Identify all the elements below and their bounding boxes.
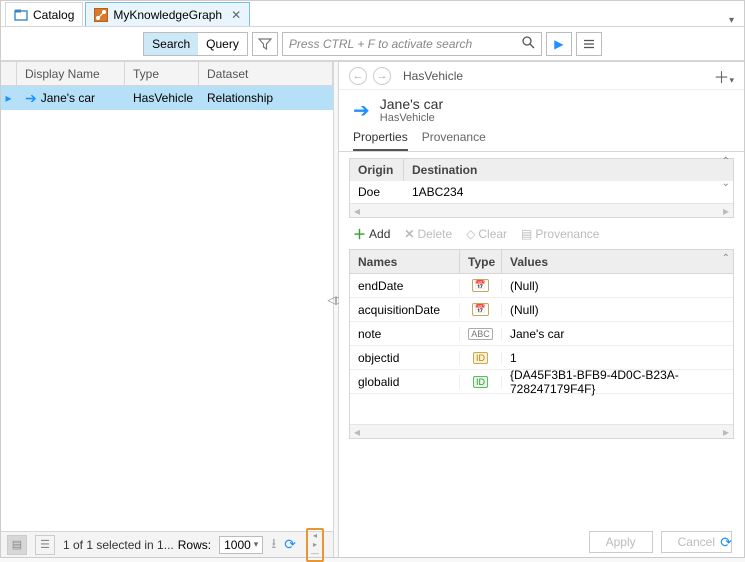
- download-icon[interactable]: ⭳: [271, 533, 276, 557]
- table-row[interactable]: ▸ ➔ Jane's car HasVehicle Relationship: [1, 86, 333, 110]
- horizontal-scrollbar[interactable]: ◂▸: [350, 203, 733, 217]
- relationship-arrow-icon: ➔: [25, 90, 37, 107]
- type-badge: 📅: [460, 303, 502, 316]
- menu-icon[interactable]: [576, 32, 602, 56]
- properties-table: Names Type Values endDate 📅 (Null)acquis…: [349, 249, 734, 439]
- scroll-up-icon[interactable]: ⌃: [722, 156, 730, 167]
- prop-name: note: [350, 327, 460, 341]
- apply-button: Apply: [589, 531, 653, 553]
- col-type[interactable]: Type: [125, 62, 199, 85]
- row-selector-header[interactable]: [1, 62, 17, 85]
- scroll-up-icon[interactable]: ⌃: [722, 253, 730, 264]
- vertical-nav-buttons[interactable]: ◂ ▸ —: [306, 528, 324, 562]
- col-type[interactable]: Type: [460, 250, 502, 273]
- tab-provenance[interactable]: Provenance: [422, 130, 486, 151]
- prop-value: Jane's car: [502, 327, 733, 341]
- tab-label: MyKnowledgeGraph: [113, 8, 222, 22]
- type-badge: ABC: [460, 328, 502, 340]
- add-button[interactable]: ＋Add: [353, 224, 390, 243]
- nav-prev-icon[interactable]: ◂: [313, 531, 317, 540]
- search-icon[interactable]: [522, 36, 535, 52]
- prop-value: 1: [502, 351, 733, 365]
- property-row[interactable]: objectid ID 1: [350, 346, 733, 370]
- cell-type: HasVehicle: [125, 91, 199, 105]
- tab-mygraph[interactable]: MyKnowledgeGraph ✕: [85, 2, 250, 26]
- prop-name: acquisitionDate: [350, 303, 460, 317]
- view-mode-list-icon[interactable]: ☰: [35, 535, 55, 555]
- type-badge: ID: [460, 376, 502, 388]
- view-mode-grid-icon[interactable]: ▤: [7, 535, 27, 555]
- relationship-arrow-icon: ➔: [353, 98, 370, 123]
- col-destination[interactable]: Destination: [404, 159, 733, 181]
- cell-dataset: Relationship: [199, 91, 333, 105]
- refresh-icon[interactable]: ⟳: [284, 536, 296, 553]
- prop-name: endDate: [350, 279, 460, 293]
- nav-forward-icon[interactable]: →: [373, 67, 391, 85]
- col-names[interactable]: Names: [350, 250, 460, 273]
- property-row[interactable]: globalid ID {DA45F3B1-BFB9-4D0C-B23A-728…: [350, 370, 733, 394]
- tabbar-menu-icon[interactable]: ▾: [719, 15, 744, 26]
- col-dataset[interactable]: Dataset: [199, 62, 333, 85]
- detail-subtitle: HasVehicle: [380, 112, 443, 124]
- rows-select[interactable]: 1000▾: [219, 536, 263, 554]
- selection-status: 1 of 1 selected in 1...: [63, 538, 174, 552]
- type-badge: 📅: [460, 279, 502, 292]
- close-icon[interactable]: ✕: [231, 8, 241, 22]
- breadcrumb: HasVehicle: [403, 69, 463, 83]
- graph-icon: [94, 8, 108, 22]
- run-button[interactable]: ▶: [546, 32, 572, 56]
- origin-destination-table: Origin Destination Doe 1ABC234 ◂▸: [349, 158, 734, 218]
- nav-collapse-icon[interactable]: —: [311, 549, 319, 558]
- prop-name: objectid: [350, 351, 460, 365]
- type-badge: ID: [460, 352, 502, 364]
- prop-value: (Null): [502, 303, 733, 317]
- rows-label: Rows:: [178, 538, 211, 552]
- scroll-down-icon[interactable]: ⌄: [722, 178, 730, 189]
- cell-name: Jane's car: [41, 91, 95, 105]
- add-icon[interactable]: ＋▾: [713, 64, 734, 88]
- prop-value: {DA45F3B1-BFB9-4D0C-B23A-728247179F4F}: [502, 368, 733, 396]
- horizontal-scrollbar[interactable]: ◂▸: [350, 424, 733, 438]
- query-mode-button[interactable]: Query: [198, 33, 247, 55]
- refresh-icon[interactable]: ⟳: [720, 534, 732, 551]
- table-row[interactable]: Doe 1ABC234: [350, 181, 733, 203]
- col-display-name[interactable]: Display Name: [17, 62, 125, 85]
- property-row[interactable]: endDate 📅 (Null): [350, 274, 733, 298]
- tab-label: Catalog: [33, 8, 74, 22]
- prop-name: globalid: [350, 375, 460, 389]
- col-values[interactable]: Values: [502, 250, 733, 273]
- clear-button: ◇Clear: [466, 227, 507, 241]
- prop-value: (Null): [502, 279, 733, 293]
- delete-button: ✕Delete: [404, 227, 452, 241]
- detail-title: Jane's car: [380, 96, 443, 112]
- filter-icon[interactable]: [252, 32, 278, 56]
- tab-catalog[interactable]: Catalog: [5, 2, 83, 26]
- property-row[interactable]: note ABC Jane's car: [350, 322, 733, 346]
- nav-back-icon[interactable]: ←: [349, 67, 367, 85]
- property-row[interactable]: acquisitionDate 📅 (Null): [350, 298, 733, 322]
- search-mode-button[interactable]: Search: [144, 33, 198, 55]
- catalog-icon: [14, 8, 28, 22]
- provenance-button: ▤Provenance: [521, 227, 599, 241]
- row-selector[interactable]: ▸: [1, 91, 17, 105]
- col-origin[interactable]: Origin: [350, 159, 404, 181]
- tab-properties[interactable]: Properties: [353, 130, 408, 151]
- search-input[interactable]: Press CTRL + F to activate search: [282, 32, 542, 56]
- nav-next-icon[interactable]: ▸: [313, 540, 317, 549]
